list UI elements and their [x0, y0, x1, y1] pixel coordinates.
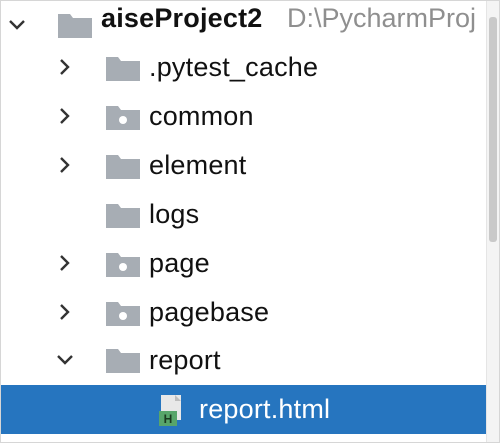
scrollbar-thumb[interactable]	[489, 17, 497, 242]
tree-item-label: page	[149, 248, 210, 278]
tree-item-label: logs	[149, 199, 200, 229]
tree-row-pagebase[interactable]: pagebase	[1, 288, 487, 337]
tree-row-logs[interactable]: logs	[1, 190, 487, 239]
package-folder-icon	[105, 250, 141, 280]
chevron-right-icon[interactable]	[53, 55, 77, 79]
project-tree: aiseProject2 D:\PycharmProj .pytest_cach…	[1, 1, 499, 434]
tree-item-label: .pytest_cache	[149, 52, 319, 82]
html-file-icon: H	[157, 393, 191, 427]
tree-item-label: report	[149, 345, 221, 375]
root-project-path: D:\PycharmProj	[287, 3, 477, 33]
folder-icon	[105, 152, 141, 182]
tree-row-common[interactable]: common	[1, 92, 487, 141]
folder-icon	[57, 11, 93, 41]
chevron-down-icon[interactable]	[53, 348, 77, 372]
tree-item-label: element	[149, 150, 247, 180]
chevron-right-icon[interactable]	[53, 251, 77, 275]
tree-row-element[interactable]: element	[1, 141, 487, 190]
tree-item-label: pagebase	[149, 297, 270, 327]
folder-icon	[105, 346, 141, 376]
package-folder-icon	[105, 299, 141, 329]
chevron-down-icon[interactable]	[5, 13, 29, 37]
tree-item-label: report.html	[199, 394, 331, 424]
chevron-right-icon[interactable]	[53, 104, 77, 128]
tree-row-page[interactable]: page	[1, 239, 487, 288]
tree-row-report[interactable]: report	[1, 336, 487, 385]
root-project-name: aiseProject2	[101, 3, 263, 33]
tree-row-pytest-cache[interactable]: .pytest_cache	[1, 43, 487, 92]
svg-text:H: H	[164, 412, 173, 426]
chevron-right-icon[interactable]	[53, 300, 77, 324]
package-folder-icon	[105, 103, 141, 133]
folder-icon	[105, 54, 141, 84]
vertical-scrollbar[interactable]	[486, 1, 499, 442]
tree-row-report-html[interactable]: H report.html	[1, 385, 499, 434]
folder-icon	[105, 201, 141, 231]
chevron-right-icon[interactable]	[53, 153, 77, 177]
project-tool-window: aiseProject2 D:\PycharmProj .pytest_cach…	[0, 0, 500, 443]
tree-item-label: common	[149, 101, 254, 131]
